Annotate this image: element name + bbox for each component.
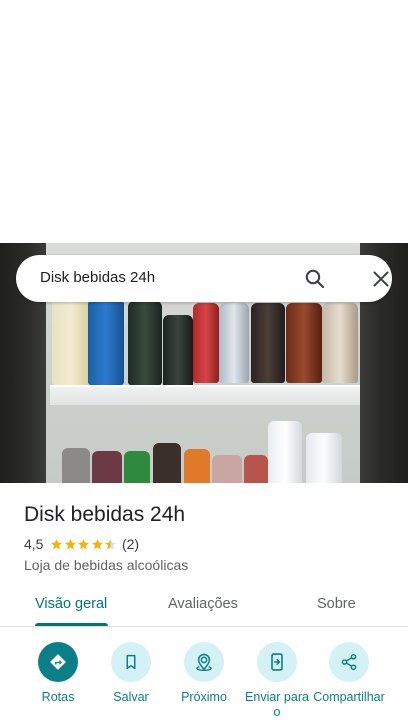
fridge-shelf xyxy=(50,385,360,405)
product-bottle xyxy=(153,443,181,483)
product-bottle xyxy=(306,433,342,483)
product-bottle xyxy=(124,451,150,483)
action-buttons: Rotas Salvar Próximo Enviar para o Compa… xyxy=(0,642,408,726)
share-icon xyxy=(341,653,357,671)
rating-row[interactable]: 4,5 (2) xyxy=(24,536,139,552)
directions-icon xyxy=(50,654,66,670)
star-half-icon xyxy=(105,538,117,549)
place-category: Loja de bebidas alcoólicas xyxy=(24,557,189,573)
map-area-blank xyxy=(0,0,408,243)
search-input[interactable]: Disk bebidas 24h xyxy=(40,269,155,286)
tab-bar: Visão geral Avaliações Sobre xyxy=(0,585,408,627)
review-count[interactable]: (2) xyxy=(122,536,139,552)
send-circle xyxy=(257,642,297,682)
rating-stars xyxy=(50,538,118,551)
send-to-phone-button[interactable]: Enviar para o xyxy=(237,642,317,720)
send-to-phone-icon xyxy=(271,653,283,671)
star-icon xyxy=(51,538,63,549)
product-bottle xyxy=(212,455,242,483)
tab-overview[interactable]: Visão geral xyxy=(35,596,107,612)
product-bottle xyxy=(268,421,302,483)
product-bottle xyxy=(244,455,268,483)
product-bottle xyxy=(128,301,162,385)
star-icon xyxy=(78,538,90,549)
product-bottle xyxy=(286,303,322,383)
search-icon[interactable] xyxy=(303,267,327,291)
nearby-label: Próximo xyxy=(181,690,227,704)
product-bottle xyxy=(163,315,193,387)
nearby-icon xyxy=(196,653,212,672)
save-button[interactable]: Salvar xyxy=(91,642,171,705)
directions-button[interactable]: Rotas xyxy=(18,642,98,705)
product-bottle xyxy=(62,448,90,483)
star-icon xyxy=(65,538,76,549)
product-bottle xyxy=(251,303,285,383)
directions-label: Rotas xyxy=(41,690,75,704)
product-can xyxy=(52,301,90,385)
share-button[interactable]: Compartilhar xyxy=(309,642,389,705)
share-circle xyxy=(329,642,369,682)
nearby-circle xyxy=(184,642,224,682)
product-bottle xyxy=(322,303,358,383)
tab-reviews[interactable]: Avaliações xyxy=(168,596,238,612)
tab-about[interactable]: Sobre xyxy=(317,596,356,612)
share-label: Compartilhar xyxy=(313,690,385,704)
product-bottle xyxy=(184,449,210,483)
rating-value: 4,5 xyxy=(24,536,44,552)
send-label: Enviar para o xyxy=(245,690,309,719)
nearby-button[interactable]: Próximo xyxy=(164,642,244,705)
place-sheet: Disk bebidas 24h 4,5 (2) Loja de bebidas… xyxy=(0,483,408,726)
tab-active-indicator xyxy=(35,623,108,626)
save-circle xyxy=(111,642,151,682)
bookmark-icon xyxy=(126,654,136,670)
product-bottle xyxy=(193,303,219,383)
close-icon[interactable] xyxy=(369,267,393,291)
star-icon xyxy=(92,538,103,549)
directions-circle xyxy=(38,642,78,682)
product-bottle xyxy=(92,451,122,483)
place-title: Disk bebidas 24h xyxy=(24,503,186,526)
save-label: Salvar xyxy=(113,690,149,704)
product-bottle xyxy=(219,303,249,383)
search-bar[interactable]: Disk bebidas 24h xyxy=(16,255,392,302)
product-can xyxy=(88,301,124,385)
